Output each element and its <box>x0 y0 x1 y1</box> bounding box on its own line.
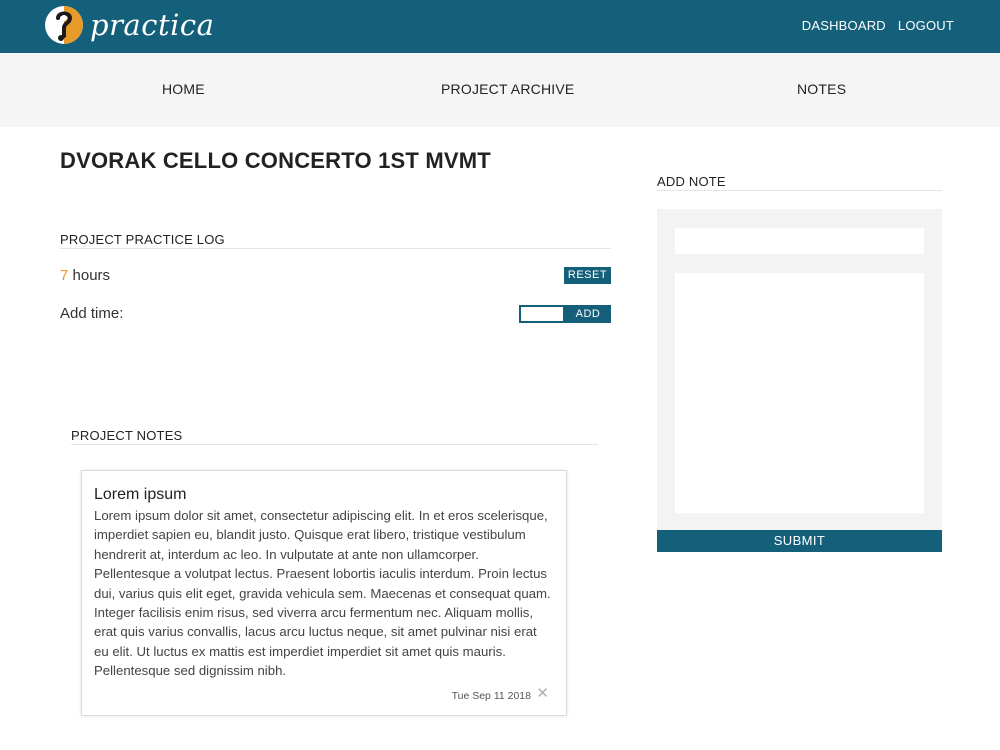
project-notes-heading: PROJECT NOTES <box>71 428 183 443</box>
divider <box>657 190 942 191</box>
note-title: Lorem ipsum <box>94 486 187 503</box>
reset-button[interactable]: RESET <box>564 267 611 284</box>
note-date: Tue Sep 11 2018 <box>451 690 531 702</box>
add-time-button[interactable]: ADD <box>565 305 611 323</box>
practice-log-heading: PROJECT PRACTICE LOG <box>60 232 225 247</box>
page-title: DVORAK CELLO CONCERTO 1ST MVMT <box>60 148 491 173</box>
main-nav: HOME PROJECT ARCHIVE NOTES <box>0 53 1000 127</box>
nav-item-project-archive[interactable]: PROJECT ARCHIVE <box>441 81 574 97</box>
logo[interactable]: practica <box>44 5 214 45</box>
hours-total: 7 hours <box>60 267 110 284</box>
note-body: Lorem ipsum dolor sit amet, consectetur … <box>94 508 551 679</box>
logo-icon <box>45 6 83 44</box>
dashboard-link[interactable]: DASHBOARD <box>802 18 886 33</box>
add-time-input[interactable] <box>519 305 565 323</box>
nav-item-home[interactable]: HOME <box>162 81 205 97</box>
add-note-form <box>657 209 942 530</box>
add-note-heading: ADD NOTE <box>657 174 726 189</box>
nav-item-notes[interactable]: NOTES <box>797 81 846 97</box>
divider <box>71 444 598 445</box>
add-time-label: Add time: <box>60 305 124 322</box>
note-title-input[interactable] <box>675 228 924 254</box>
brand-name: practica <box>90 8 215 42</box>
account-links: DASHBOARD LOGOUT <box>802 18 954 33</box>
divider <box>60 248 611 249</box>
hours-value: 7 <box>60 267 69 284</box>
note-body-input[interactable] <box>675 273 924 513</box>
close-icon[interactable]: ✕ <box>536 685 549 703</box>
top-bar: practica DASHBOARD LOGOUT <box>0 0 1000 53</box>
note-card: Lorem ipsum Lorem ipsum dolor sit amet, … <box>81 470 567 716</box>
hours-unit: hours <box>72 267 111 284</box>
submit-button[interactable]: SUBMIT <box>657 530 942 552</box>
logout-link[interactable]: LOGOUT <box>898 18 954 33</box>
